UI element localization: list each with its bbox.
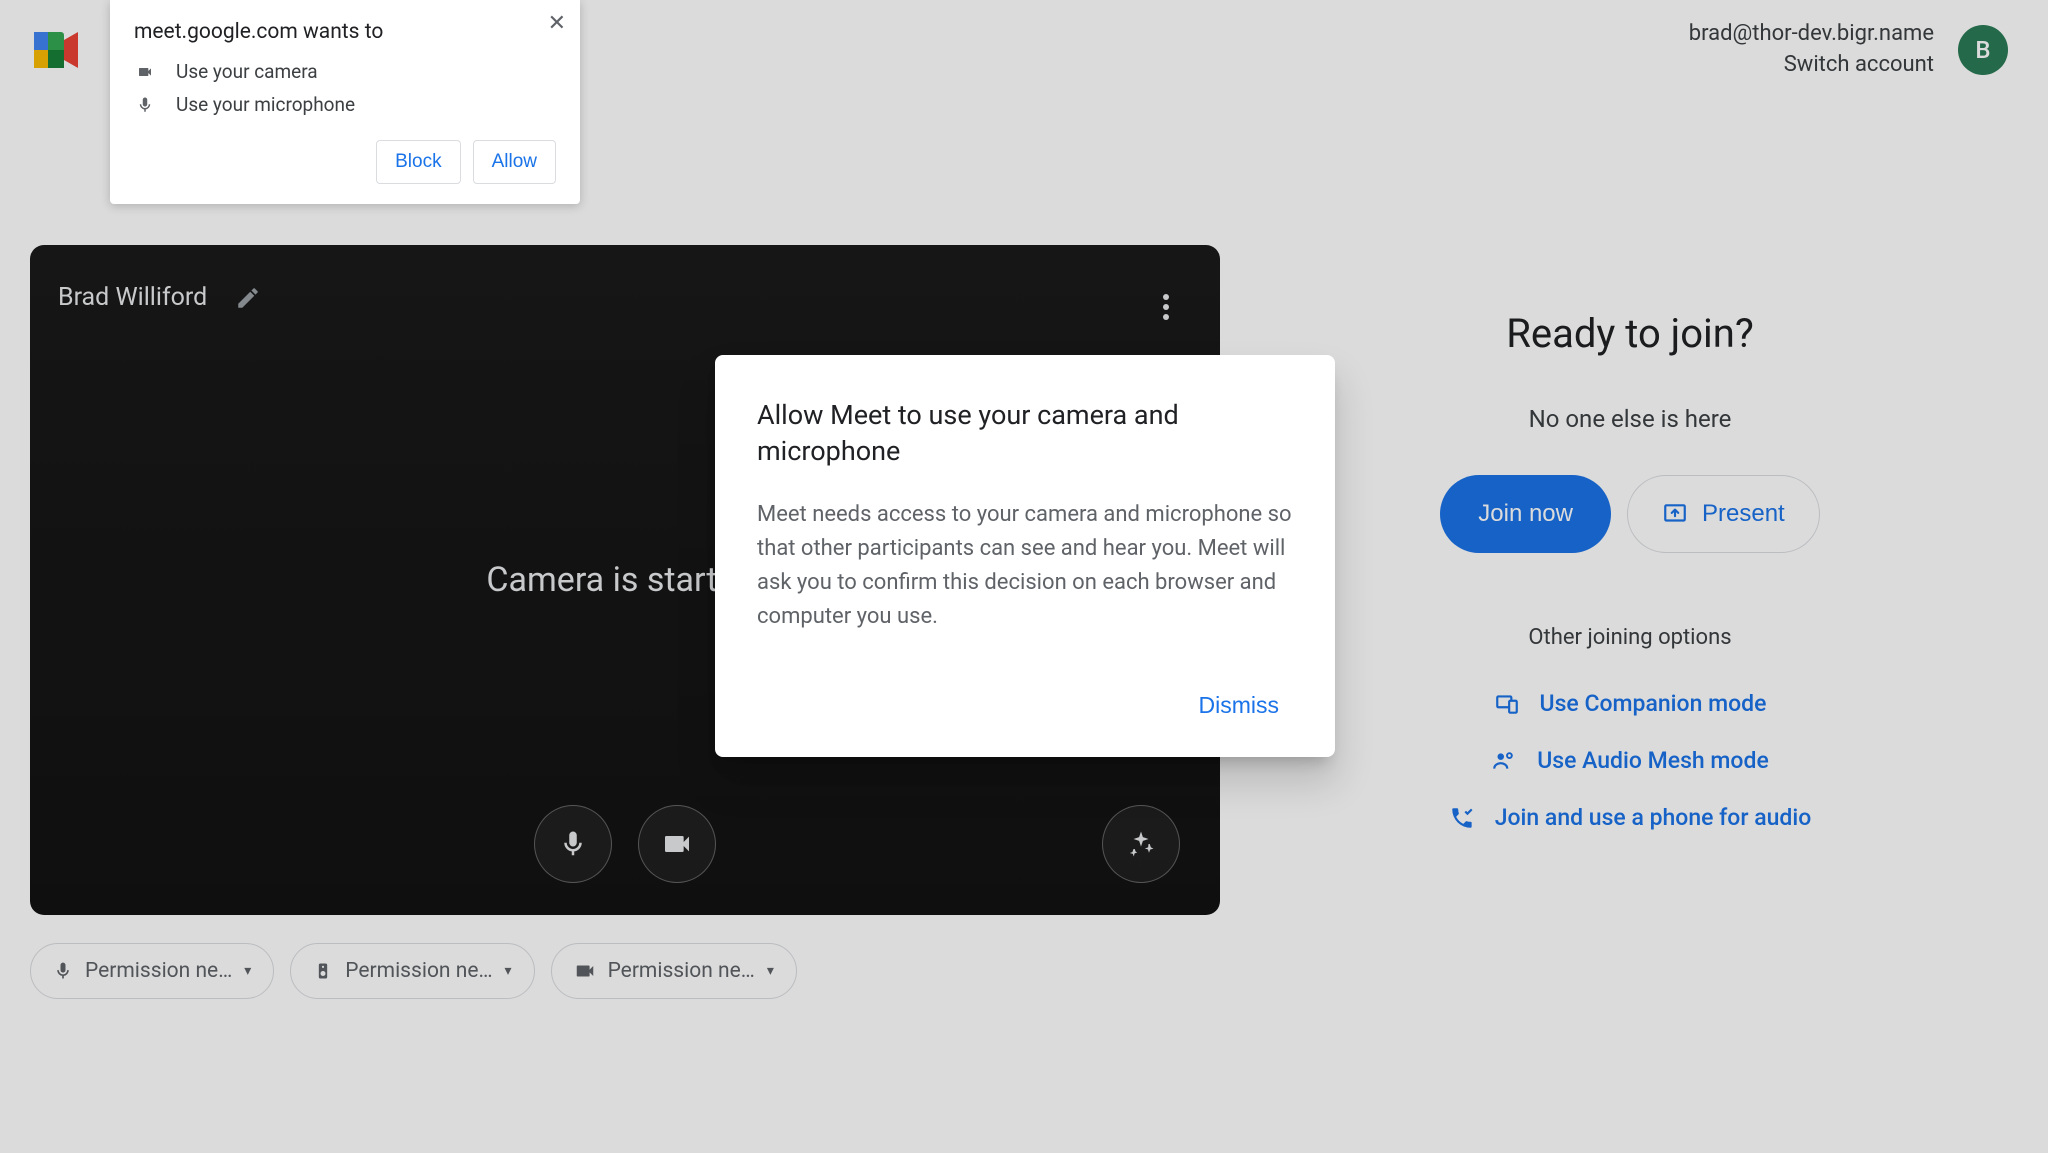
phone-icon [1449, 805, 1475, 831]
permission-camera-row: Use your camera [134, 60, 556, 83]
speaker-device-label: Permission ne… [345, 959, 492, 983]
present-button[interactable]: Present [1627, 475, 1820, 553]
join-panel: Ready to join? No one else is here Join … [1330, 310, 1930, 831]
companion-label: Use Companion mode [1540, 690, 1767, 717]
camera-icon [134, 64, 156, 80]
mic-device-select[interactable]: Permission ne… ▾ [30, 943, 274, 999]
participants-status: No one else is here [1529, 405, 1732, 433]
visual-effects-button[interactable] [1102, 805, 1180, 883]
meet-logo[interactable] [30, 28, 82, 72]
join-now-button[interactable]: Join now [1440, 475, 1611, 553]
close-icon[interactable]: ✕ [548, 10, 566, 36]
permission-mic-row: Use your microphone [134, 93, 556, 116]
meet-permissions-dialog: Allow Meet to use your camera and microp… [715, 355, 1335, 757]
switch-account-link[interactable]: Switch account [1689, 50, 1934, 81]
caret-down-icon: ▾ [244, 963, 251, 979]
mic-icon [134, 96, 156, 114]
companion-icon [1494, 691, 1520, 717]
preview-more-button[interactable] [1142, 283, 1190, 331]
phone-audio-link[interactable]: Join and use a phone for audio [1449, 804, 1812, 831]
audio-mesh-icon [1491, 748, 1517, 774]
browser-permission-prompt: ✕ meet.google.com wants to Use your came… [110, 0, 580, 204]
permission-mic-label: Use your microphone [176, 93, 355, 116]
edit-name-icon[interactable] [235, 285, 261, 311]
camera-device-select[interactable]: Permission ne… ▾ [551, 943, 797, 999]
avatar[interactable]: B [1958, 25, 2008, 75]
caret-down-icon: ▾ [767, 963, 774, 979]
self-name: Brad Williford [58, 283, 261, 312]
camera-device-label: Permission ne… [608, 959, 755, 983]
camera-icon [574, 960, 596, 982]
block-button[interactable]: Block [376, 140, 460, 184]
account-info: brad@thor-dev.bigr.name Switch account [1689, 19, 1934, 81]
ready-heading: Ready to join? [1506, 310, 1754, 357]
companion-mode-link[interactable]: Use Companion mode [1494, 690, 1767, 717]
speaker-device-select[interactable]: Permission ne… ▾ [290, 943, 534, 999]
self-name-text: Brad Williford [58, 283, 207, 312]
speaker-icon [313, 961, 333, 981]
phone-label: Join and use a phone for audio [1495, 804, 1812, 831]
other-options-label: Other joining options [1528, 625, 1731, 650]
audio-mesh-label: Use Audio Mesh mode [1537, 747, 1769, 774]
audio-mesh-link[interactable]: Use Audio Mesh mode [1491, 747, 1769, 774]
mic-icon [53, 961, 73, 981]
present-icon [1662, 501, 1688, 527]
dialog-heading: Allow Meet to use your camera and microp… [757, 397, 1293, 470]
camera-toggle-button[interactable] [638, 805, 716, 883]
allow-button[interactable]: Allow [473, 140, 556, 184]
caret-down-icon: ▾ [505, 963, 512, 979]
dismiss-button[interactable]: Dismiss [1185, 684, 1294, 727]
present-label: Present [1702, 500, 1785, 528]
mic-device-label: Permission ne… [85, 959, 232, 983]
permission-camera-label: Use your camera [176, 60, 318, 83]
mic-toggle-button[interactable] [534, 805, 612, 883]
dialog-body: Meet needs access to your camera and mic… [757, 498, 1293, 634]
account-email: brad@thor-dev.bigr.name [1689, 19, 1934, 50]
permission-host: meet.google.com wants to [134, 20, 556, 44]
